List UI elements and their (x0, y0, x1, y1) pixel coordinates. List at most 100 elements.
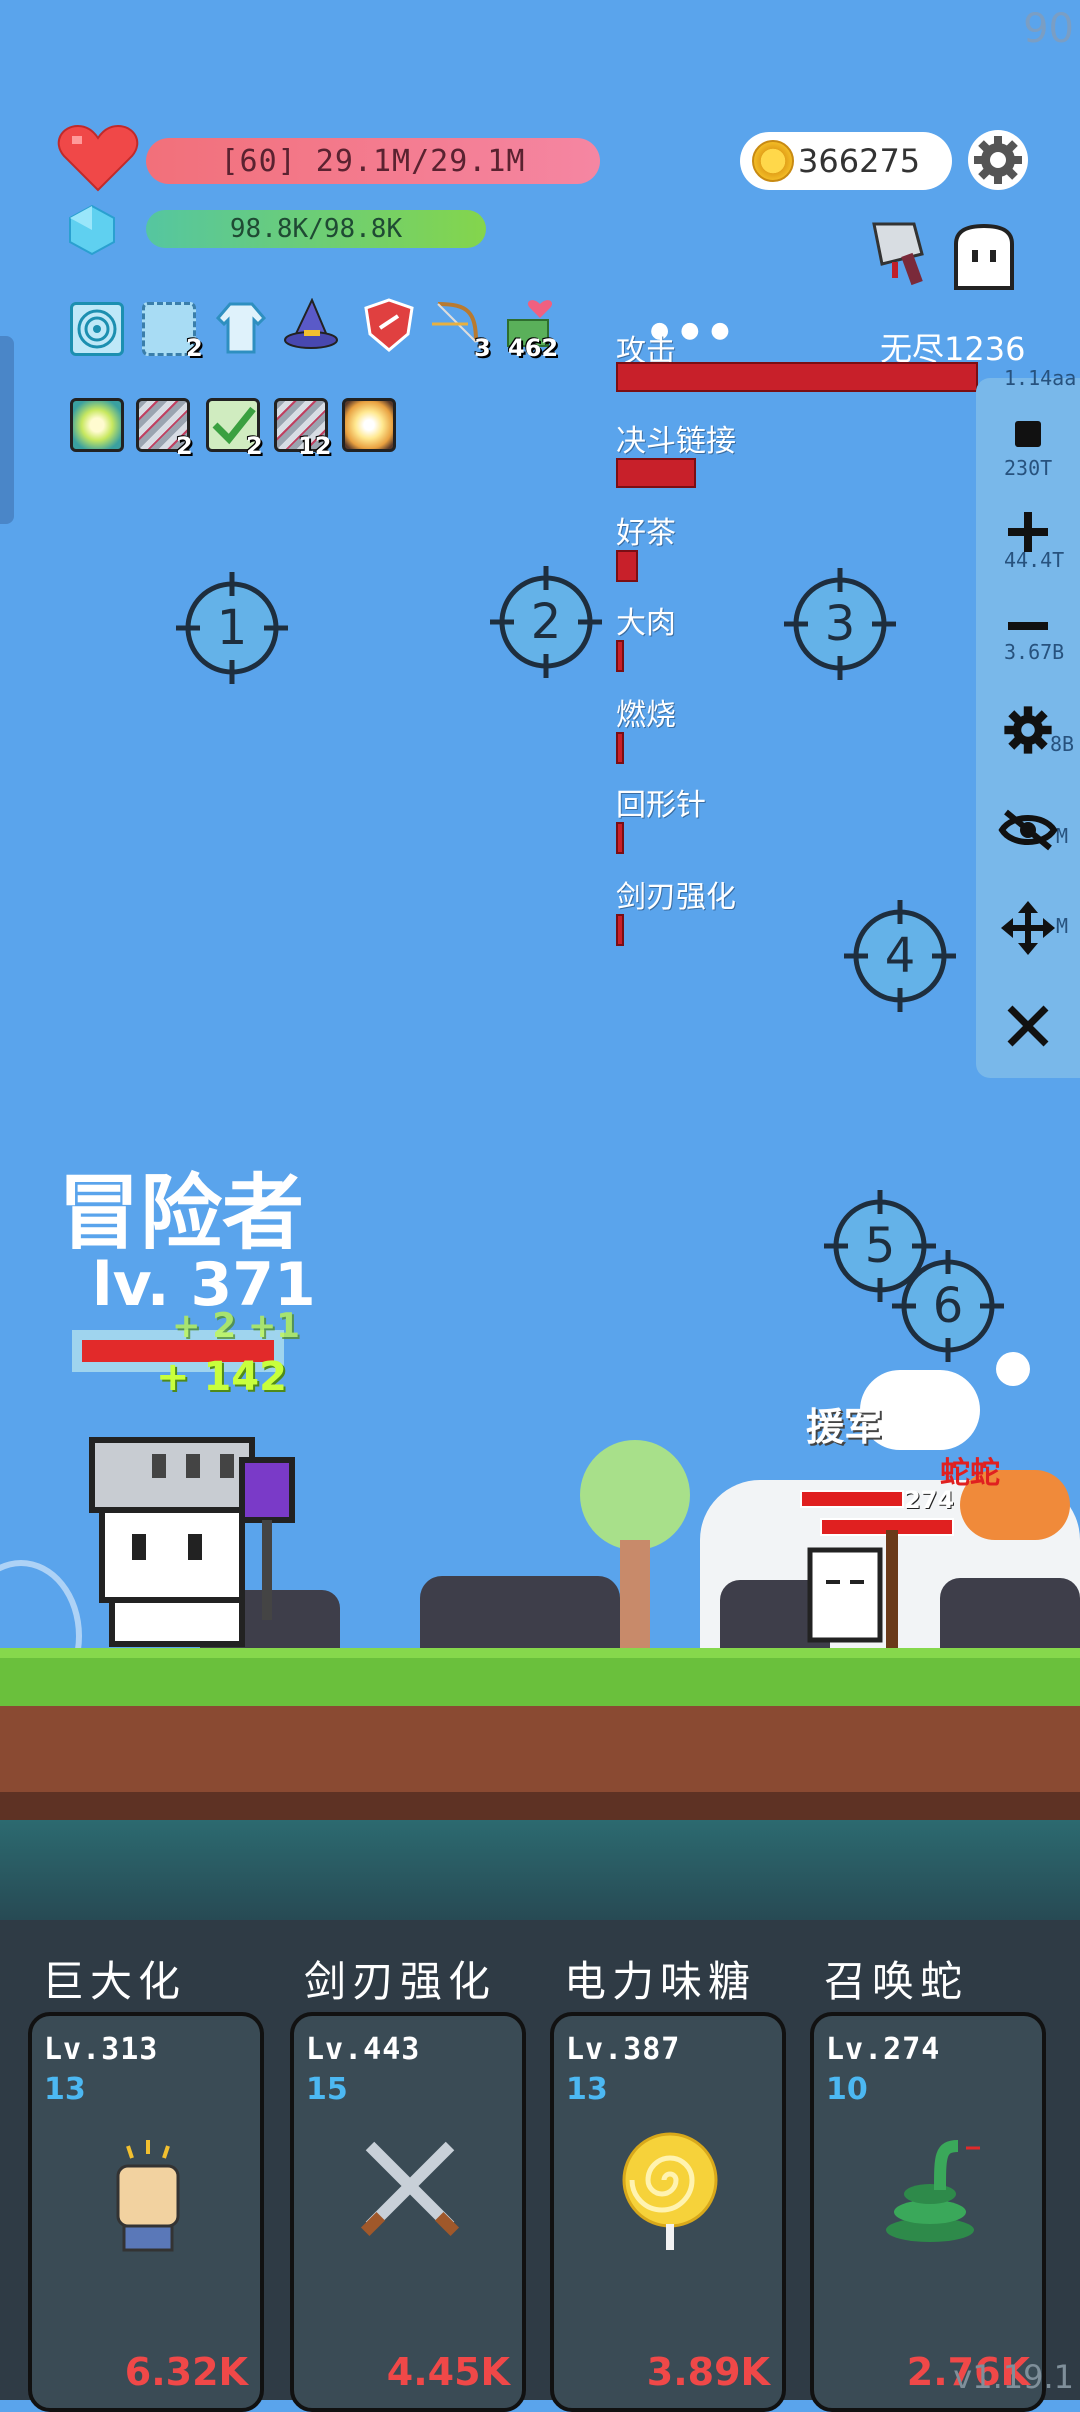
crosshair-number: 1 (217, 600, 248, 656)
coin-icon (752, 140, 794, 182)
buff-count: 2 (186, 334, 203, 362)
left-drawer-handle[interactable] (0, 336, 14, 524)
close-icon (1007, 1005, 1049, 1047)
target-crosshair-3[interactable]: 3 (780, 564, 900, 684)
fps-counter: 90 (1023, 6, 1074, 52)
skill-count: 15 (306, 2072, 348, 2107)
stat-label: 剑刃强化 (616, 880, 736, 915)
stat-label: 大肉 (616, 606, 676, 641)
skill-card[interactable]: Lv.443 15 4.45K (290, 2012, 526, 2412)
wizard-hat-icon[interactable] (284, 298, 338, 352)
stat-label: 回形针 (616, 788, 706, 823)
stat-bar (616, 362, 978, 392)
stat-bar (616, 458, 696, 488)
skill-price: 3.89K (646, 2350, 770, 2394)
side-value: 1.14aa (1004, 366, 1077, 390)
close-button[interactable] (976, 986, 1080, 1066)
stat-bar (616, 914, 624, 946)
target-crosshair-6[interactable]: 6 (888, 1246, 1008, 1366)
crosshair-number: 2 (531, 594, 562, 650)
mana-gem-icon (69, 204, 115, 256)
water-layer (0, 1820, 1080, 1920)
snake-icon (870, 2126, 990, 2260)
decrease-button[interactable] (976, 586, 1080, 666)
skill-level: Lv.274 (826, 2032, 941, 2067)
coin-counter: 366275 (740, 132, 952, 190)
skill-name: 巨大化 (42, 1957, 187, 2006)
skill-card[interactable]: Lv.387 13 3.89K (550, 2012, 786, 2412)
shield-icon[interactable] (362, 298, 416, 352)
skill-price: 6.32K (124, 2350, 248, 2394)
skill-name: 剑刃强化 (304, 1957, 497, 2006)
tree-canopy (580, 1440, 690, 1550)
rock (420, 1576, 620, 1650)
smoke-puff (996, 1352, 1030, 1386)
enemy-label: 援军 (806, 1405, 883, 1449)
enemy-hp-bar (800, 1490, 904, 1508)
lollipop-icon (610, 2126, 730, 2260)
buff-count: 3 (474, 334, 491, 362)
skill-price: 4.45K (386, 2350, 510, 2394)
spiral-target-icon[interactable] (70, 302, 124, 356)
stop-button[interactable] (976, 394, 1080, 474)
mp-bar: 98.8K/98.8K (146, 210, 486, 248)
dirt-layer (0, 1706, 1080, 1792)
robe-icon[interactable] (214, 300, 268, 354)
target-crosshair-2[interactable]: 2 (486, 562, 606, 682)
increase-button[interactable] (976, 492, 1080, 572)
plus-icon (1008, 512, 1048, 552)
minus-icon (1008, 622, 1048, 630)
buff-count: 462 (508, 334, 559, 362)
buff-count: 12 (298, 432, 332, 460)
stat-bar (616, 822, 624, 854)
crossed-swords-icon (350, 2126, 470, 2260)
settings-gear-icon[interactable] (966, 128, 1030, 192)
stat-bar (616, 640, 624, 672)
skill-level: Lv.313 (44, 2032, 159, 2067)
eye-off-icon (998, 809, 1058, 851)
crosshair-number: 3 (825, 596, 856, 652)
skill-card[interactable]: Lv.274 10 2.76K (810, 2012, 1046, 2412)
glow-orb-icon[interactable] (70, 398, 124, 452)
skill-level: Lv.387 (566, 2032, 681, 2067)
burst-icon[interactable] (342, 398, 396, 452)
skill-count: 10 (826, 2072, 868, 2107)
gear-icon (1004, 706, 1052, 754)
skill-count: 13 (566, 2072, 608, 2107)
side-settings-button[interactable] (976, 690, 1080, 770)
version-label: v1.19.1 (953, 2358, 1074, 2396)
skill-name: 召唤蛇 (824, 1957, 969, 2006)
player-name: 冒险者 (58, 1166, 305, 1261)
stat-label: 好茶 (616, 516, 676, 551)
stop-icon (1015, 421, 1041, 447)
stat-label: 燃烧 (616, 698, 676, 733)
skill-name: 电力味糖 (564, 1957, 757, 2006)
hide-button[interactable] (976, 790, 1080, 870)
cleaver-icon[interactable] (862, 214, 942, 294)
move-icon (1001, 901, 1055, 955)
grass-ground (0, 1648, 1080, 1706)
ghost-icon[interactable] (948, 222, 1020, 294)
crosshair-number: 4 (885, 928, 916, 984)
stat-bar (616, 732, 624, 764)
heal-popup: + 2 +1 (172, 1306, 300, 1346)
enemy-character (807, 1530, 898, 1650)
hp-bar: [60] 29.1M/29.1M (146, 138, 600, 184)
skill-count: 13 (44, 2072, 86, 2107)
target-crosshair-1[interactable]: 1 (172, 568, 292, 688)
dirt-layer (0, 1792, 1080, 1820)
tree-trunk (620, 1540, 650, 1650)
buff-count: 2 (176, 432, 193, 460)
rock (940, 1578, 1080, 1650)
heart-icon (57, 124, 139, 192)
buff-count: 2 (246, 432, 263, 460)
enemy-number: 274 (904, 1486, 955, 1514)
raised-fist-icon (88, 2126, 208, 2260)
skill-card[interactable]: Lv.313 13 6.32K (28, 2012, 264, 2412)
coin-amount: 366275 (798, 142, 921, 180)
target-crosshair-4[interactable]: 4 (840, 896, 960, 1016)
move-button[interactable] (976, 888, 1080, 968)
stat-bar (616, 550, 638, 582)
skill-level: Lv.443 (306, 2032, 421, 2067)
stat-label: 决斗链接 (616, 424, 736, 459)
